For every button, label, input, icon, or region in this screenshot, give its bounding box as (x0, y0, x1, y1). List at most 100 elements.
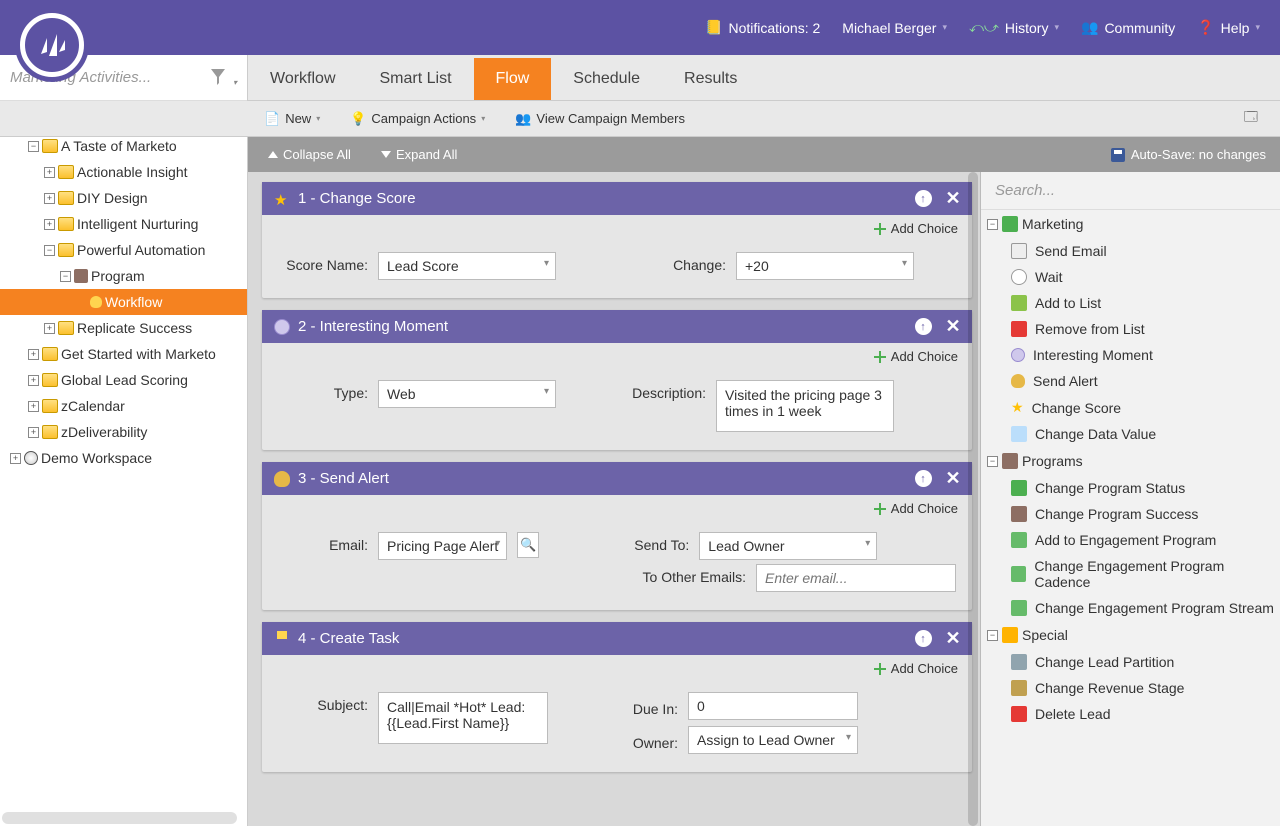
palette-wait[interactable]: Wait (981, 264, 1280, 290)
step2-type-input[interactable]: Web (378, 380, 556, 408)
tab-smartlist[interactable]: Smart List (358, 58, 474, 100)
program-icon (1002, 453, 1018, 469)
palette-change-engagement-stream[interactable]: Change Engagement Program Stream (981, 595, 1280, 621)
step4-remove-button[interactable]: ✕ (944, 630, 962, 648)
tree-program[interactable]: −Program (0, 263, 247, 289)
step3-add-choice[interactable]: Add Choice (262, 495, 972, 516)
step4-add-choice[interactable]: Add Choice (262, 655, 972, 676)
step2-remove-button[interactable]: ✕ (944, 318, 962, 336)
palette-change-program-success[interactable]: Change Program Success (981, 501, 1280, 527)
bulb-icon: 💡 (350, 111, 366, 127)
tree-action[interactable]: +Actionable Insight (0, 159, 247, 185)
step1-change-input[interactable]: +20 (736, 252, 914, 280)
status-icon (1011, 480, 1027, 496)
tree-diy[interactable]: +DIY Design (0, 185, 247, 211)
history-menu[interactable]: ⤺⤻History▾ (969, 19, 1059, 36)
tree-zdeliver[interactable]: +zDeliverability (0, 419, 247, 445)
palette-change-data-value[interactable]: Change Data Value (981, 421, 1280, 447)
tab-flow[interactable]: Flow (474, 58, 552, 100)
revenue-icon (1011, 680, 1027, 696)
data-icon (1011, 426, 1027, 442)
speech-icon (274, 319, 290, 335)
collapse-expand-bar: Collapse All Expand All Auto-Save: no ch… (248, 137, 1280, 172)
filter-icon[interactable]: ▾ (211, 69, 237, 89)
campaign-actions-button[interactable]: 💡Campaign Actions▾ (344, 108, 491, 130)
community-link[interactable]: 👥Community (1081, 19, 1175, 36)
step1-remove-button[interactable]: ✕ (944, 190, 962, 208)
window-icon[interactable]: 🗔 (1244, 108, 1258, 130)
palette-remove-from-list[interactable]: Remove from List (981, 316, 1280, 342)
palette-group-programs[interactable]: −Programs (981, 447, 1280, 475)
step2-add-choice[interactable]: Add Choice (262, 343, 972, 364)
palette-add-to-list[interactable]: Add to List (981, 290, 1280, 316)
clock-icon (1011, 269, 1027, 285)
step1-scorename-input[interactable]: Lead Score (378, 252, 556, 280)
step2-desc-input[interactable]: Visited the pricing page 3 times in 1 we… (716, 380, 894, 432)
palette-change-score[interactable]: ★Change Score (981, 394, 1280, 421)
palette-send-email[interactable]: Send Email (981, 238, 1280, 264)
help-menu[interactable]: ❓Help▾ (1197, 19, 1260, 36)
bulb-icon (90, 296, 102, 308)
center-scrollbar[interactable] (968, 172, 978, 826)
step3-other-input[interactable] (756, 564, 956, 592)
step3-email-input[interactable]: Pricing Page Alert (378, 532, 507, 560)
step4-header[interactable]: 4 - Create Task ↑ ✕ (262, 622, 972, 655)
notifications-button[interactable]: 📒Notifications: 2 (705, 19, 820, 36)
step1-moveup-button[interactable]: ↑ (914, 190, 932, 208)
tab-schedule[interactable]: Schedule (551, 58, 662, 100)
palette-group-special[interactable]: −Special (981, 621, 1280, 649)
new-button[interactable]: 📄New▾ (258, 108, 326, 130)
palette-change-lead-partition[interactable]: Change Lead Partition (981, 649, 1280, 675)
engagement-icon (1011, 532, 1027, 548)
stream-icon (1011, 600, 1027, 616)
step4-owner-input[interactable]: Assign to Lead Owner (688, 726, 858, 754)
view-members-button[interactable]: 👥View Campaign Members (509, 108, 691, 130)
triangle-down-icon (381, 151, 391, 158)
step3-moveup-button[interactable]: ↑ (914, 470, 932, 488)
step3-header[interactable]: 3 - Send Alert ↑ ✕ (262, 462, 972, 495)
step4-due-label: Due In: (618, 696, 678, 717)
tree-replicate[interactable]: +Replicate Success (0, 315, 247, 341)
expand-all-button[interactable]: Expand All (375, 144, 463, 165)
palette-add-to-engagement[interactable]: Add to Engagement Program (981, 527, 1280, 553)
tree-scoring[interactable]: +Global Lead Scoring (0, 367, 247, 393)
sidebar-scrollbar[interactable] (2, 812, 237, 824)
step4-subject-input[interactable]: Call|Email *Hot* Lead: {{Lead.First Name… (378, 692, 548, 744)
palette-change-program-status[interactable]: Change Program Status (981, 475, 1280, 501)
tree-workflow[interactable]: Workflow (0, 289, 247, 315)
plus-icon (873, 222, 887, 236)
tree-zcalendar[interactable]: +zCalendar (0, 393, 247, 419)
step1-header[interactable]: ★ 1 - Change Score ↑ ✕ (262, 182, 972, 215)
step2-header[interactable]: 2 - Interesting Moment ↑ ✕ (262, 310, 972, 343)
palette-delete-lead[interactable]: Delete Lead (981, 701, 1280, 727)
tree-nurture[interactable]: +Intelligent Nurturing (0, 211, 247, 237)
palette-change-revenue-stage[interactable]: Change Revenue Stage (981, 675, 1280, 701)
palette-send-alert[interactable]: Send Alert (981, 368, 1280, 394)
palette-interesting-moment[interactable]: Interesting Moment (981, 342, 1280, 368)
user-menu[interactable]: Michael Berger▾ (842, 20, 947, 36)
collapse-all-button[interactable]: Collapse All (262, 144, 357, 165)
step3-other-label: To Other Emails: (626, 564, 746, 585)
star-icon: ★ (1011, 399, 1024, 416)
palette-change-engagement-cadence[interactable]: Change Engagement Program Cadence (981, 553, 1280, 595)
plus-icon (873, 502, 887, 516)
step2-moveup-button[interactable]: ↑ (914, 318, 932, 336)
plus-icon (873, 350, 887, 364)
tab-results[interactable]: Results (662, 58, 759, 100)
group-icon (1002, 216, 1018, 232)
step4-due-input[interactable]: 0 (688, 692, 858, 720)
tree-powerful[interactable]: −Powerful Automation (0, 237, 247, 263)
tree-getstarted[interactable]: +Get Started with Marketo (0, 341, 247, 367)
flow-step-4: 4 - Create Task ↑ ✕ Add Choice Subject: … (262, 622, 972, 772)
step3-sendto-label: Send To: (599, 532, 689, 553)
step4-moveup-button[interactable]: ↑ (914, 630, 932, 648)
tab-workflow[interactable]: Workflow (248, 58, 358, 100)
palette-group-marketing[interactable]: −Marketing (981, 210, 1280, 238)
step3-remove-button[interactable]: ✕ (944, 470, 962, 488)
step3-preview-button[interactable]: 🔍 (517, 532, 539, 558)
palette-search-input[interactable]: Search... (981, 172, 1280, 210)
mail-icon (1011, 243, 1027, 259)
tree-demo[interactable]: +Demo Workspace (0, 445, 247, 471)
step3-sendto-input[interactable]: Lead Owner (699, 532, 877, 560)
step1-add-choice[interactable]: Add Choice (262, 215, 972, 236)
